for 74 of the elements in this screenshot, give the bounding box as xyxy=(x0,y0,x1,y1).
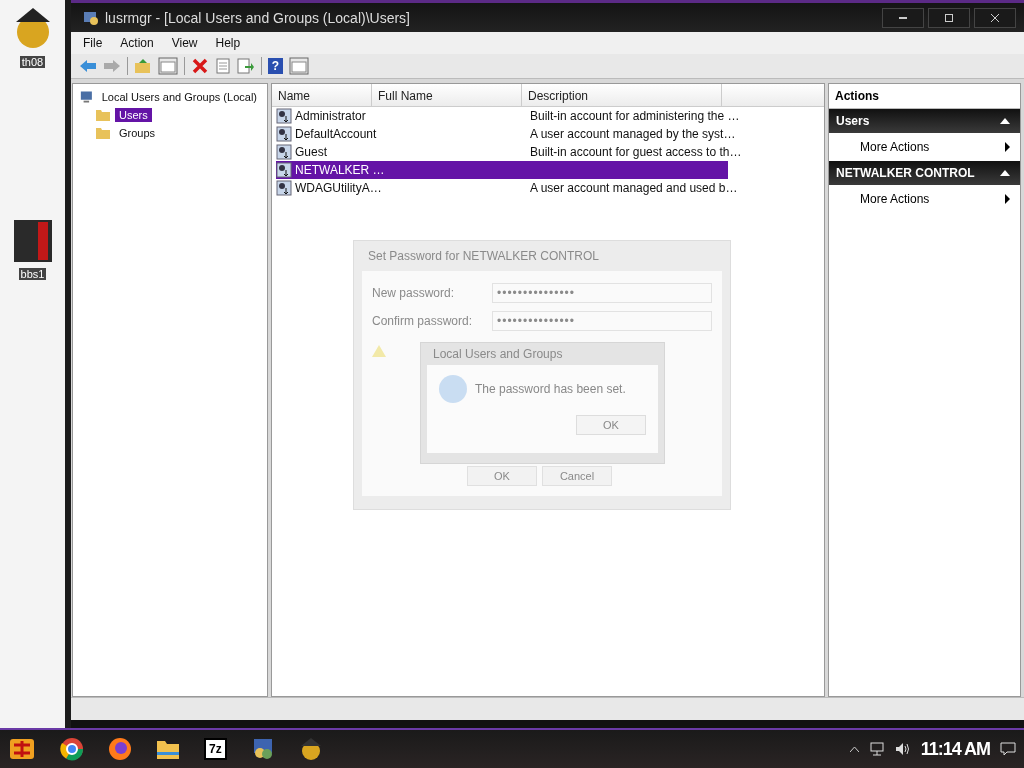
start-icon[interactable] xyxy=(8,737,36,761)
submenu-arrow-icon xyxy=(1005,194,1010,204)
pane-toggle-icon[interactable] xyxy=(289,57,309,75)
menu-item[interactable]: File xyxy=(83,36,103,50)
user-description: A user account managed by the syst… xyxy=(530,127,737,141)
section-title: NETWALKER CONTROL xyxy=(836,166,975,180)
user-icon xyxy=(276,144,292,160)
computer-case-icon[interactable] xyxy=(11,218,54,264)
warning-icon xyxy=(372,345,386,357)
folder-up-icon[interactable] xyxy=(134,58,152,74)
export-list-icon[interactable] xyxy=(237,58,255,74)
action-link[interactable]: More Actions xyxy=(860,140,930,154)
table-row[interactable]: DefaultAccount A user account managed by the syst… xyxy=(276,125,740,143)
browser-icon[interactable] xyxy=(108,737,132,761)
maximize-icon xyxy=(945,13,953,22)
computer-icon xyxy=(79,89,94,105)
section-title: Users xyxy=(836,114,870,128)
browser-icon[interactable] xyxy=(60,737,84,761)
table-row[interactable]: Administrator Built-in account for administering the … xyxy=(276,107,744,125)
desktop-icon-label[interactable]: bbs1 xyxy=(18,268,47,280)
dialog-title: Set Password for NETWALKER CONTROL xyxy=(367,248,600,265)
table-row[interactable]: WDAGUtilityA… A user account managed and used b… xyxy=(276,179,742,197)
window-title: lusrmgr - [Local Users and Groups (Local)\Users] xyxy=(105,9,410,26)
table-row[interactable]: NETWALKER … xyxy=(276,161,728,179)
message-box-title: Local Users and Groups xyxy=(432,346,564,363)
user-icon xyxy=(276,108,292,124)
delete-icon[interactable] xyxy=(191,57,209,75)
user-description: A user account managed and used b… xyxy=(530,181,739,195)
column-header[interactable]: Full Name xyxy=(372,84,522,106)
menu-item[interactable]: View xyxy=(171,36,198,50)
tree-item[interactable]: Groups xyxy=(115,126,160,140)
action-link[interactable]: More Actions xyxy=(860,192,930,206)
column-header[interactable]: Name xyxy=(272,84,372,106)
pane-toggle-icon[interactable] xyxy=(158,57,178,75)
desktop-icon-label[interactable]: th08 xyxy=(19,56,46,68)
user-icon xyxy=(276,162,292,178)
folder-icon xyxy=(95,126,111,140)
field-label: Confirm password: xyxy=(372,314,474,328)
action-section-header[interactable]: NETWALKER CONTROL xyxy=(829,161,1020,185)
column-header[interactable]: Description xyxy=(522,84,722,106)
minimize-icon xyxy=(899,16,907,19)
clock[interactable]: 11:14 AM xyxy=(920,738,990,760)
user-icon xyxy=(276,180,292,196)
help-icon[interactable]: ? xyxy=(268,58,283,74)
user-name: WDAGUtilityA… xyxy=(295,181,382,195)
menu-item[interactable]: Help xyxy=(215,36,241,50)
chevron-up-icon[interactable] xyxy=(849,746,859,752)
network-icon[interactable] xyxy=(868,742,885,756)
user-description: Built-in account for guest access to th… xyxy=(530,145,743,159)
user-name: NETWALKER … xyxy=(295,163,385,177)
close-icon xyxy=(991,13,999,22)
archiver-icon[interactable]: 7z xyxy=(204,738,227,760)
user-name: Administrator xyxy=(295,109,366,123)
notification-icon[interactable] xyxy=(1000,742,1016,756)
speaker-icon[interactable] xyxy=(894,742,911,756)
field-label: New password: xyxy=(372,286,456,300)
folder-icon xyxy=(95,108,111,122)
collapse-icon[interactable] xyxy=(1000,118,1010,124)
tree-item[interactable]: Local Users and Groups (Local) xyxy=(97,90,261,104)
menu-item[interactable]: Action xyxy=(120,36,154,50)
table-row[interactable]: Guest Built-in account for guest access to th… xyxy=(276,143,746,161)
collapse-icon[interactable] xyxy=(1000,170,1010,176)
maximize-button[interactable] xyxy=(928,7,970,28)
back-arrow-icon[interactable] xyxy=(79,58,97,74)
message-text: The password has been set. xyxy=(475,382,626,396)
user-name: DefaultAccount xyxy=(295,127,377,141)
folder-icon[interactable] xyxy=(156,738,180,760)
info-icon xyxy=(439,375,467,403)
user-name: Guest xyxy=(295,145,327,159)
tree-item[interactable]: Users xyxy=(115,108,152,122)
submenu-arrow-icon xyxy=(1005,142,1010,152)
user-icon xyxy=(276,126,292,142)
user-description: Built-in account for administering the … xyxy=(530,109,741,123)
action-section-header[interactable]: Users xyxy=(829,109,1020,133)
